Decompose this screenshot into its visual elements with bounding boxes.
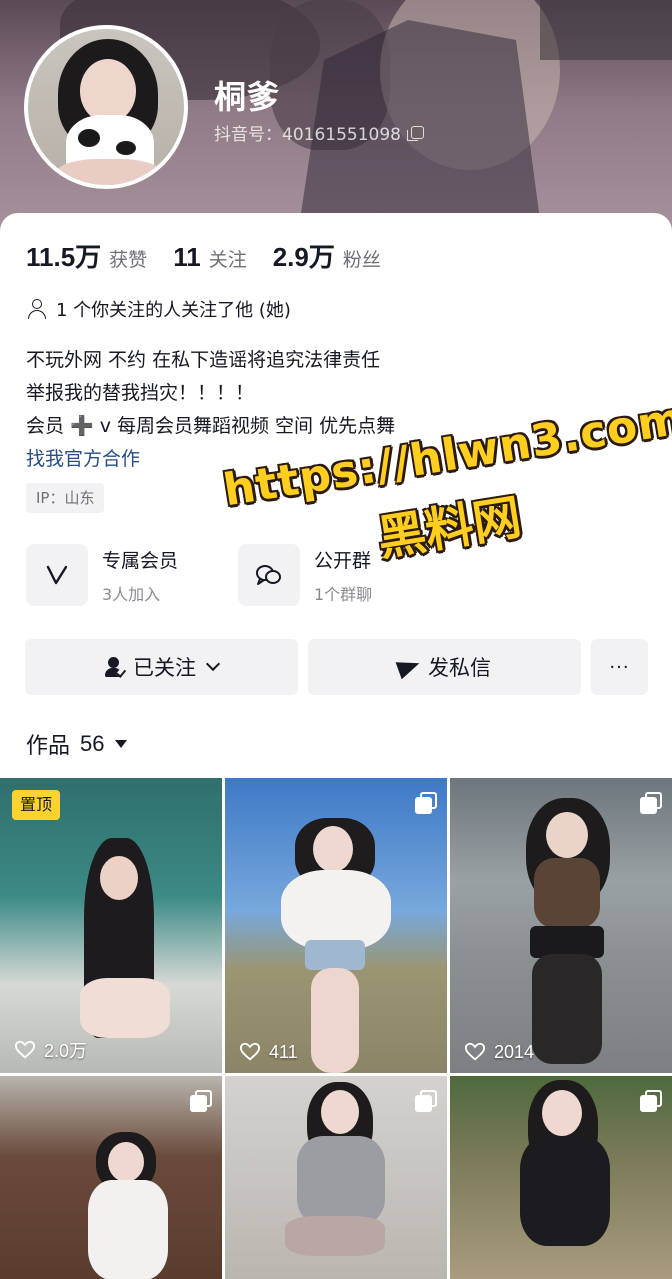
- profile-actions: 已关注 发私信 ···: [25, 639, 648, 695]
- caret-down-icon: [114, 740, 127, 748]
- stat-followers[interactable]: 2.9万 粉丝: [273, 237, 381, 274]
- feature-subtitle: 3人加入: [102, 584, 161, 604]
- send-icon: [395, 654, 423, 680]
- stat-likes-value: 11.5万: [26, 242, 102, 272]
- likes-count: 411: [269, 1041, 298, 1062]
- stat-following-value: 11: [173, 242, 201, 272]
- stat-followers-label: 粉丝: [342, 250, 381, 271]
- mutual-follow[interactable]: 1 个你关注的人关注了他 (她): [26, 296, 291, 322]
- copy-icon[interactable]: [406, 126, 424, 141]
- profile-stats: 11.5万 获赞 11 关注 2.9万 粉丝: [26, 237, 407, 274]
- bio-line: 举报我的替我挡灾！！！！: [26, 382, 255, 404]
- video-thumbnail[interactable]: 2014: [450, 778, 672, 1073]
- chevron-down-icon: [205, 656, 221, 672]
- stat-likes-label: 获赞: [109, 250, 148, 271]
- feature-title: 专属会员: [102, 549, 179, 572]
- video-thumbnail[interactable]: [0, 1076, 222, 1279]
- following-button-label: 已关注: [133, 656, 196, 680]
- bio-line: 会员 ➕ v 每周会员舞蹈视频 空间 优先点舞: [26, 415, 396, 437]
- ip-location-tag: IP：山东: [26, 483, 105, 513]
- mutual-follow-text: 1 个你关注的人关注了他 (她): [56, 300, 291, 321]
- likes-count: 2.0万: [44, 1041, 88, 1061]
- heart-icon: [14, 1040, 36, 1059]
- douyin-id-text: 抖音号：40161551098: [214, 125, 401, 145]
- stat-likes: 11.5万 获赞: [26, 237, 147, 274]
- pinned-badge: 置顶: [12, 790, 61, 820]
- avatar[interactable]: [24, 25, 188, 189]
- more-options-button[interactable]: ···: [591, 639, 648, 695]
- multi-image-icon: [415, 792, 437, 814]
- video-likes: 411: [239, 1041, 298, 1063]
- works-label: 作品: [26, 734, 71, 759]
- douyin-id[interactable]: 抖音号：40161551098: [214, 120, 424, 145]
- works-tab[interactable]: 作品 56: [26, 728, 127, 760]
- multi-image-icon: [640, 792, 662, 814]
- stat-followers-value: 2.9万: [272, 242, 335, 272]
- video-likes: 2014: [464, 1041, 534, 1063]
- multi-image-icon: [640, 1090, 662, 1112]
- multi-image-icon: [190, 1090, 212, 1112]
- works-count: 56: [80, 731, 105, 756]
- video-likes: 2.0万: [14, 1037, 87, 1063]
- send-message-button[interactable]: 发私信: [308, 639, 581, 695]
- likes-count: 2014: [494, 1041, 535, 1062]
- feature-title: 公开群: [314, 549, 372, 572]
- bio-line: 不玩外网 不约 在私下造谣将追究法律责任: [26, 349, 381, 371]
- person-icon: [26, 298, 48, 320]
- group-chat-icon: [238, 544, 300, 606]
- video-thumbnail[interactable]: 411: [225, 778, 447, 1073]
- stat-following-label: 关注: [208, 250, 247, 271]
- multi-image-icon: [415, 1090, 437, 1112]
- profile-name: 桐爹: [214, 78, 281, 116]
- heart-icon: [239, 1042, 261, 1061]
- member-icon: [26, 544, 88, 606]
- exclusive-member-entry[interactable]: 专属会员 3人加入: [26, 544, 238, 606]
- video-thumbnail[interactable]: [450, 1076, 672, 1279]
- heart-icon: [464, 1042, 486, 1061]
- video-thumbnail[interactable]: 置顶 2.0万: [0, 778, 222, 1073]
- following-button[interactable]: 已关注: [25, 639, 298, 695]
- send-message-label: 发私信: [428, 656, 491, 680]
- stat-following[interactable]: 11 关注: [173, 242, 247, 273]
- followed-user-icon: [105, 657, 127, 678]
- video-thumbnail[interactable]: [225, 1076, 447, 1279]
- feature-subtitle: 1个群聊: [314, 584, 373, 604]
